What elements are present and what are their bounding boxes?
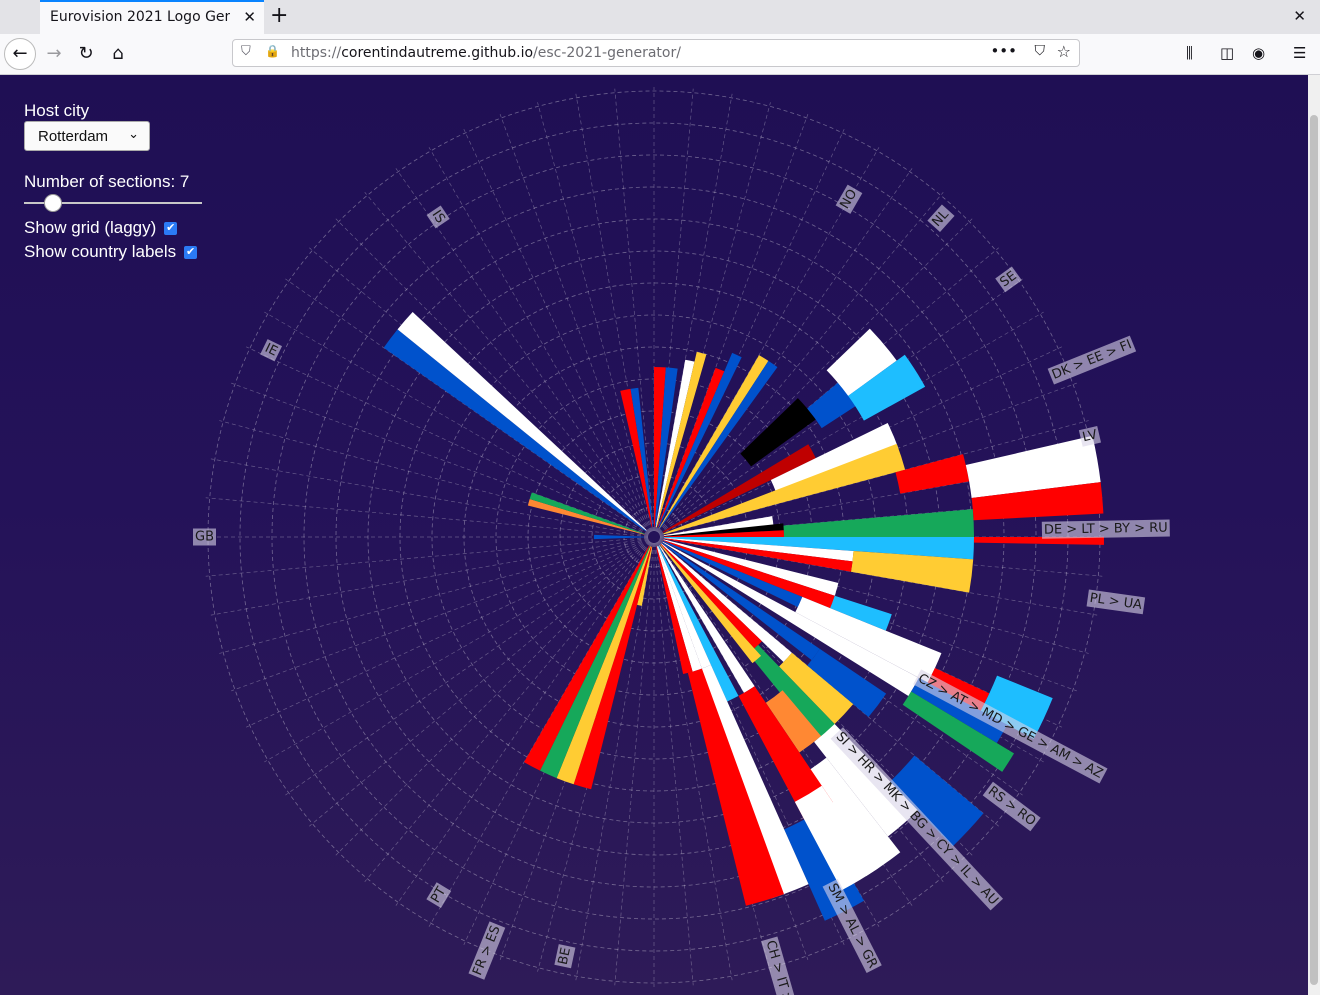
tracking-shield-icon[interactable]: ⛉ xyxy=(241,44,251,59)
lock-icon[interactable]: 🔒 xyxy=(265,44,280,58)
flag-wedge xyxy=(783,509,974,537)
flag-wedge xyxy=(630,387,653,528)
show-grid-row[interactable]: Show grid (laggy) ✔ xyxy=(24,218,178,238)
host-city-select[interactable]: Rotterdam ⌄ xyxy=(24,121,150,151)
sidebar-icon[interactable]: ◫ xyxy=(1220,44,1234,62)
host-city-label: Host city xyxy=(24,101,90,120)
grid-spoke xyxy=(428,147,652,532)
flag-wedge xyxy=(397,311,647,531)
show-grid-checkbox[interactable]: ✔ xyxy=(164,222,178,235)
bookmark-star-icon[interactable]: ☆ xyxy=(1057,42,1071,61)
country-label-text: RS > RO xyxy=(985,784,1039,830)
window-close-icon[interactable]: ✕ xyxy=(1293,7,1306,25)
grid-spoke xyxy=(285,278,650,534)
country-label: GB xyxy=(193,528,216,546)
country-label: PT xyxy=(426,882,452,909)
account-icon[interactable]: ◉ xyxy=(1252,44,1265,62)
country-label: IS xyxy=(426,205,450,229)
new-tab-icon[interactable]: + xyxy=(270,4,288,28)
library-icon[interactable]: ⫼ xyxy=(1186,44,1193,62)
country-label: DK > EE > FI xyxy=(1047,335,1137,385)
page-canvas: NO NL SE DK > EE > FI LV DE > LT > BY > RU PL … xyxy=(0,75,1308,995)
back-arrow-icon[interactable]: ← xyxy=(4,38,36,70)
scrollbar-thumb[interactable] xyxy=(1310,115,1318,985)
show-labels-label: Show country labels xyxy=(24,242,177,261)
address-bar[interactable]: ⛉ 🔒 https://corentindautreme.github.io/e… xyxy=(232,39,1080,67)
country-label: BE xyxy=(554,944,576,969)
host-city-value: Rotterdam xyxy=(38,128,109,145)
country-label: CH > IT > MT xyxy=(761,936,803,995)
show-grid-label: Show grid (laggy) xyxy=(24,218,157,237)
country-label: RS > RO xyxy=(982,781,1041,832)
logo-chart: NO NL SE DK > EE > FI LV DE > LT > BY > RU PL … xyxy=(193,87,1170,995)
country-label: NO xyxy=(835,184,863,214)
country-label: PL > UA xyxy=(1086,589,1146,615)
country-label-text: PT xyxy=(428,885,449,906)
country-label-text: FR > ES xyxy=(470,924,503,978)
vertical-scrollbar[interactable] xyxy=(1308,75,1320,995)
sections-slider-thumb[interactable] xyxy=(44,194,62,212)
country-label-text: SE xyxy=(997,269,1019,291)
grid-spoke xyxy=(210,537,649,616)
country-label-text: CH > IT > MT xyxy=(763,939,802,995)
grid-spoke xyxy=(395,541,651,906)
country-label: LV xyxy=(1078,425,1102,447)
country-label: SE xyxy=(995,266,1022,293)
country-label: DE > LT > BY > RU xyxy=(1041,519,1170,539)
country-label-text: GB xyxy=(195,530,214,545)
flag-wedge xyxy=(973,537,1104,545)
country-label: IE xyxy=(260,339,283,362)
country-label-text: DK > EE > FI xyxy=(1050,337,1134,383)
show-labels-checkbox[interactable]: ✔ xyxy=(184,246,198,259)
grid-spoke xyxy=(264,311,649,535)
hamburger-menu-icon[interactable]: ☰ xyxy=(1293,44,1306,62)
flag-wedge xyxy=(383,329,647,532)
close-tab-icon[interactable]: ✕ xyxy=(243,8,256,26)
tab-active[interactable]: Eurovision 2021 Logo Generator ✕ xyxy=(40,0,264,34)
pocket-icon[interactable]: ⛉ xyxy=(1035,43,1046,59)
forward-arrow-icon[interactable]: → xyxy=(40,40,68,68)
grid-spoke xyxy=(463,129,652,532)
country-label-text: DE > LT > BY > RU xyxy=(1044,521,1168,538)
chevron-down-icon: ⌄ xyxy=(128,126,139,141)
reload-icon[interactable]: ↻ xyxy=(72,40,100,68)
flag-wedge xyxy=(895,454,970,494)
flag-wedge xyxy=(594,534,645,540)
country-label-text: IE xyxy=(262,341,279,360)
sections-label: Number of sections: 7 xyxy=(24,172,190,191)
country-label: NL xyxy=(927,204,955,233)
show-labels-row[interactable]: Show country labels ✔ xyxy=(24,242,198,262)
navigation-bar: ← → ↻ ⌂ ⛉ 🔒 https://corentindautreme.git… xyxy=(0,34,1320,75)
country-label-text: NL xyxy=(929,207,952,230)
country-label: FR > ES xyxy=(468,921,506,980)
grid-spoke xyxy=(654,93,733,532)
page-actions-icon[interactable]: ••• xyxy=(990,42,1017,60)
tab-bar: Eurovision 2021 Logo Generator ✕ + ✕ xyxy=(0,0,1320,34)
grid-spoke xyxy=(231,382,649,536)
country-label-text: IS xyxy=(429,208,448,226)
grid-spoke xyxy=(335,218,651,534)
tab-title: Eurovision 2021 Logo Generator xyxy=(50,9,230,25)
wedge-layer xyxy=(383,311,1104,921)
home-icon[interactable]: ⌂ xyxy=(104,40,132,68)
flag-wedge xyxy=(556,546,651,785)
url-text[interactable]: https://corentindautreme.github.io/esc-2… xyxy=(291,45,681,61)
